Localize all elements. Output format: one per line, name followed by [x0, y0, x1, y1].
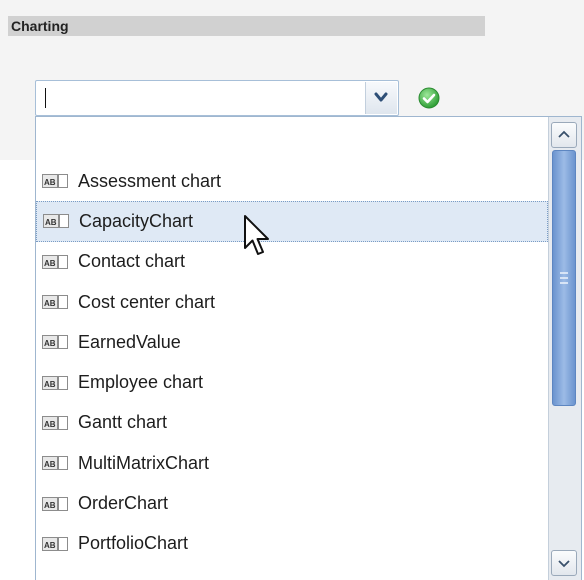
svg-text:AB: AB	[44, 420, 56, 429]
dropdown-item-label: EarnedValue	[78, 331, 181, 352]
dropdown-item-label: Employee chart	[78, 372, 204, 393]
grip-icon	[560, 272, 568, 284]
dropdown-scrollbar[interactable]	[548, 117, 581, 580]
text-field-icon: AB	[42, 496, 68, 511]
dropdown-item-cost-center-chart[interactable]: AB Cost center chart	[36, 282, 548, 322]
dropdown-item-label: Gantt chart	[78, 412, 168, 433]
chart-combobox-input[interactable]	[38, 83, 358, 113]
dropdown-item-label: PortfolioChart	[78, 533, 189, 554]
page: Charting AB Assessment chart AB Capacity…	[0, 0, 584, 580]
dropdown-item-contact-chart[interactable]: AB Contact chart	[36, 242, 548, 282]
dropdown-item-label: OrderChart	[78, 493, 169, 514]
chevron-down-icon	[374, 92, 388, 102]
svg-text:AB: AB	[44, 259, 56, 268]
dropdown-item-earnedvalue[interactable]: AB EarnedValue	[36, 322, 548, 362]
scroll-up-button[interactable]	[551, 122, 577, 148]
check-circle-icon[interactable]	[418, 87, 440, 109]
chevron-down-icon	[558, 560, 570, 568]
scroll-down-button[interactable]	[551, 550, 577, 576]
dropdown-item-capacitychart[interactable]: AB CapacityChart	[36, 201, 548, 242]
text-field-icon: AB	[42, 375, 68, 390]
text-field-icon: AB	[42, 415, 68, 430]
mouse-pointer-icon	[244, 215, 269, 255]
svg-text:AB: AB	[44, 501, 56, 510]
svg-text:AB: AB	[44, 299, 56, 308]
svg-text:AB: AB	[45, 218, 57, 227]
dropdown-item-orderchart[interactable]: AB OrderChart	[36, 483, 548, 523]
dropdown-item-assessment-chart[interactable]: AB Assessment chart	[36, 161, 548, 201]
svg-text:AB: AB	[44, 541, 56, 550]
dropdown-item-employee-chart[interactable]: AB Employee chart	[36, 362, 548, 402]
text-field-icon: AB	[42, 335, 68, 350]
chart-dropdown-list[interactable]: AB Assessment chart AB CapacityChart AB	[35, 116, 582, 580]
dropdown-item-label: Assessment chart	[78, 170, 222, 191]
dropdown-item-label: MultiMatrixChart	[78, 452, 210, 473]
text-field-icon: AB	[42, 456, 68, 471]
chart-combobox[interactable]	[35, 80, 399, 116]
svg-text:AB: AB	[44, 339, 56, 348]
dropdown-item-label: CapacityChart	[79, 210, 194, 231]
section-header: Charting	[8, 16, 485, 36]
dropdown-item-multimatrixchart[interactable]: AB MultiMatrixChart	[36, 443, 548, 483]
svg-text:AB: AB	[44, 460, 56, 469]
scroll-thumb[interactable]	[552, 150, 576, 406]
text-field-icon: AB	[42, 295, 68, 310]
combobox-dropdown-button[interactable]	[365, 82, 397, 114]
text-field-icon: AB	[43, 214, 69, 229]
text-field-icon: AB	[42, 254, 68, 269]
dropdown-item-gantt-chart[interactable]: AB Gantt chart	[36, 403, 548, 443]
dropdown-items: AB Assessment chart AB CapacityChart AB	[36, 161, 548, 564]
text-caret	[45, 88, 46, 108]
svg-text:AB: AB	[44, 178, 56, 187]
text-field-icon: AB	[42, 174, 68, 189]
svg-text:AB: AB	[44, 380, 56, 389]
dropdown-item-portfoliochart[interactable]: AB PortfolioChart	[36, 524, 548, 564]
dropdown-item-label: Contact chart	[78, 251, 186, 272]
text-field-icon: AB	[42, 536, 68, 551]
dropdown-item-label: Cost center chart	[78, 291, 216, 312]
chevron-up-icon	[558, 130, 570, 138]
